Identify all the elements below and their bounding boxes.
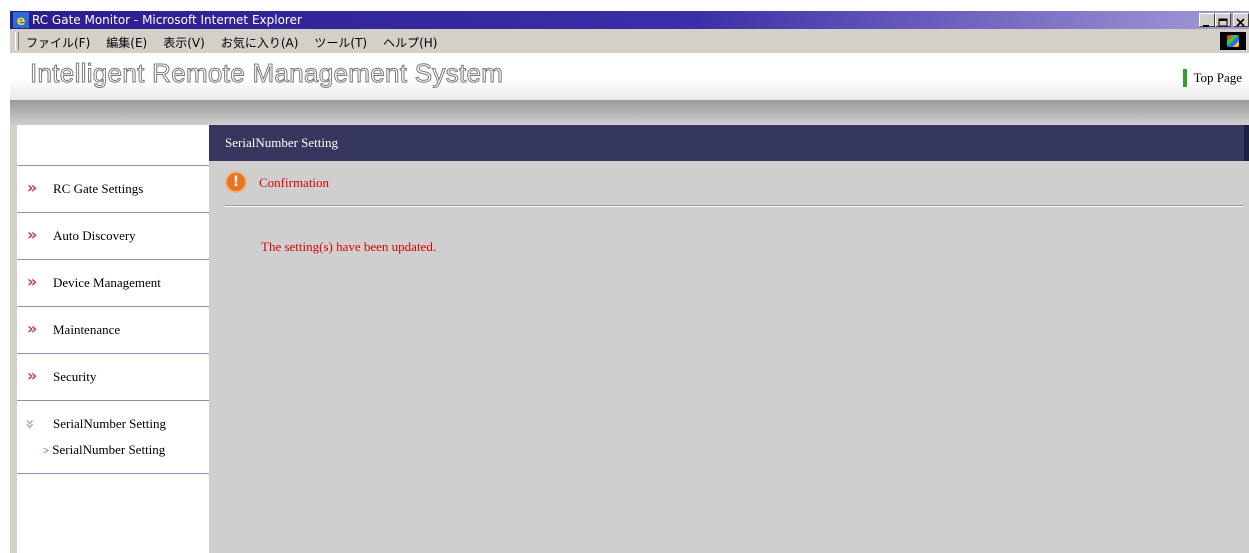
sidebar-header bbox=[17, 125, 209, 166]
menu-bar: ファイル(F) 編集(E) 表示(V) お気に入り(A) ツール(T) ヘルプ(… bbox=[10, 29, 1249, 54]
windows-logo-icon bbox=[1220, 32, 1246, 50]
alert-icon: ! bbox=[225, 171, 247, 193]
menu-favorites[interactable]: お気に入り(A) bbox=[221, 34, 299, 51]
main-content: SerialNumber Setting ! Confirmation The … bbox=[209, 125, 1249, 553]
sidebar-item-label: RC Gate Settings bbox=[53, 181, 144, 196]
double-chevron-right-icon: » bbox=[27, 366, 38, 385]
sidebar-item-label: Device Management bbox=[53, 275, 161, 290]
svg-text:e: e bbox=[17, 14, 26, 28]
double-chevron-down-icon: » bbox=[21, 418, 41, 430]
window-controls bbox=[1199, 13, 1249, 27]
menu-items: ファイル(F) 編集(E) 表示(V) お気に入り(A) ツール(T) ヘルプ(… bbox=[26, 34, 437, 51]
window-title: RC Gate Monitor - Microsoft Internet Exp… bbox=[32, 13, 302, 27]
maximize-icon bbox=[1218, 18, 1228, 27]
sidebar-item-auto-discovery[interactable]: » Auto Discovery bbox=[17, 213, 209, 260]
main-header: SerialNumber Setting bbox=[209, 125, 1249, 161]
double-chevron-right-icon: » bbox=[27, 225, 38, 244]
sidebar-subitem-serialnumber-setting[interactable]: > SerialNumber Setting bbox=[43, 442, 165, 458]
sidebar-item-label: Auto Discovery bbox=[53, 228, 136, 243]
close-icon bbox=[1236, 18, 1245, 27]
status-message: The setting(s) have been updated. bbox=[261, 239, 437, 254]
sidebar-group-serialnumber-setting: » SerialNumber Setting > SerialNumber Set… bbox=[17, 401, 209, 474]
chevron-right-icon: > bbox=[43, 445, 50, 457]
app-title: Intelligent Remote Management System bbox=[29, 58, 504, 89]
page-title: SerialNumber Setting bbox=[225, 135, 339, 150]
title-bar[interactable]: e RC Gate Monitor - Microsoft Internet E… bbox=[10, 11, 1249, 29]
menu-file[interactable]: ファイル(F) bbox=[26, 34, 90, 51]
menu-edit[interactable]: 編集(E) bbox=[106, 34, 147, 51]
browser-window: e RC Gate Monitor - Microsoft Internet E… bbox=[9, 11, 1249, 553]
menu-help[interactable]: ヘルプ(H) bbox=[383, 34, 437, 51]
app-banner: Intelligent Remote Management System Top… bbox=[10, 54, 1249, 101]
sidebar-subitem-label: SerialNumber Setting bbox=[52, 442, 166, 457]
sidebar-item-maintenance[interactable]: » Maintenance bbox=[17, 307, 209, 354]
header-edge bbox=[1244, 125, 1249, 161]
sidebar-item-label: Security bbox=[53, 369, 97, 384]
double-chevron-right-icon: » bbox=[27, 272, 38, 291]
divider bbox=[225, 205, 1243, 207]
close-button[interactable] bbox=[1233, 13, 1249, 27]
banner-divider bbox=[10, 100, 1249, 125]
maximize-button[interactable] bbox=[1215, 13, 1231, 27]
confirmation-label: Confirmation bbox=[259, 175, 330, 190]
sidebar-item-device-management[interactable]: » Device Management bbox=[17, 260, 209, 307]
top-page-link[interactable]: Top Page bbox=[1183, 69, 1242, 87]
menu-view[interactable]: 表示(V) bbox=[163, 34, 205, 51]
sidebar-item-label: Maintenance bbox=[53, 322, 121, 337]
sidebar-item-serialnumber-setting[interactable]: SerialNumber Setting bbox=[53, 416, 166, 432]
sidebar-item-rc-gate-settings[interactable]: » RC Gate Settings bbox=[17, 166, 209, 213]
double-chevron-right-icon: » bbox=[27, 319, 38, 338]
minimize-button[interactable] bbox=[1199, 13, 1215, 27]
menu-grip[interactable] bbox=[15, 32, 19, 50]
double-chevron-right-icon: » bbox=[27, 178, 38, 197]
internet-explorer-icon: e bbox=[13, 12, 29, 28]
sidebar: » RC Gate Settings » Auto Discovery » De… bbox=[17, 125, 209, 553]
menu-tools[interactable]: ツール(T) bbox=[314, 34, 367, 51]
minimize-icon bbox=[1203, 25, 1209, 27]
sidebar-item-security[interactable]: » Security bbox=[17, 354, 209, 401]
